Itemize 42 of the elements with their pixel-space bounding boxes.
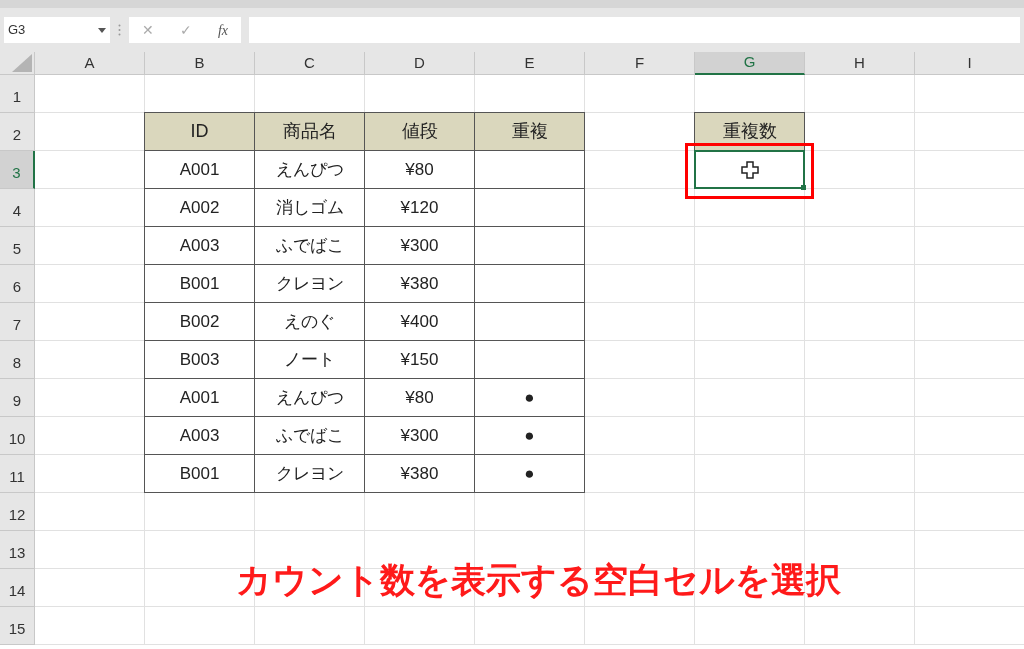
cell-reference: G3 — [8, 21, 26, 40]
row-header[interactable]: 13 — [0, 531, 35, 569]
column-header[interactable]: D — [365, 52, 475, 75]
row-header[interactable]: 15 — [0, 607, 35, 645]
row-header[interactable]: 12 — [0, 493, 35, 531]
column-header[interactable]: C — [255, 52, 365, 75]
more-icon — [118, 24, 121, 36]
row-header[interactable]: 7 — [0, 303, 35, 341]
row-header[interactable]: 1 — [0, 75, 35, 113]
formula-input[interactable] — [249, 17, 1020, 43]
caption: カウント数を表示する空白セルを選択 — [236, 559, 841, 601]
insert-function-button[interactable]: fx — [217, 19, 228, 41]
select-all-icon[interactable] — [12, 54, 32, 72]
column-header[interactable]: G — [695, 52, 805, 75]
row-header[interactable]: 6 — [0, 265, 35, 303]
table-header-cell: ID — [144, 112, 255, 151]
table-header-cell: 商品名 — [254, 112, 365, 151]
table-cell: B001 — [144, 454, 255, 493]
row-header[interactable]: 9 — [0, 379, 35, 417]
row-header[interactable]: 3 — [0, 151, 35, 189]
row-header[interactable]: 2 — [0, 113, 35, 151]
column-header[interactable]: B — [145, 52, 255, 75]
column-header[interactable]: E — [475, 52, 585, 75]
column-header[interactable]: I — [915, 52, 1024, 75]
name-box[interactable]: G3 — [4, 17, 110, 43]
row-header[interactable]: 5 — [0, 227, 35, 265]
column-header[interactable]: A — [35, 52, 145, 75]
selected-cell[interactable] — [694, 150, 805, 189]
column-header[interactable]: H — [805, 52, 915, 75]
row-header[interactable]: 14 — [0, 569, 35, 607]
plus-cursor-icon — [740, 160, 759, 179]
table-header-cell: 重複数 — [694, 112, 805, 151]
table-header-cell: 重複 — [474, 112, 585, 151]
table-cell: ● — [474, 454, 585, 493]
row-header[interactable]: 4 — [0, 189, 35, 227]
table-header-cell: 値段 — [364, 112, 475, 151]
row-header[interactable]: 10 — [0, 417, 35, 455]
dropdown-icon[interactable] — [98, 27, 106, 33]
column-header[interactable]: F — [585, 52, 695, 75]
row-header[interactable]: 8 — [0, 341, 35, 379]
fill-handle[interactable] — [801, 185, 806, 190]
row-header[interactable]: 11 — [0, 455, 35, 493]
